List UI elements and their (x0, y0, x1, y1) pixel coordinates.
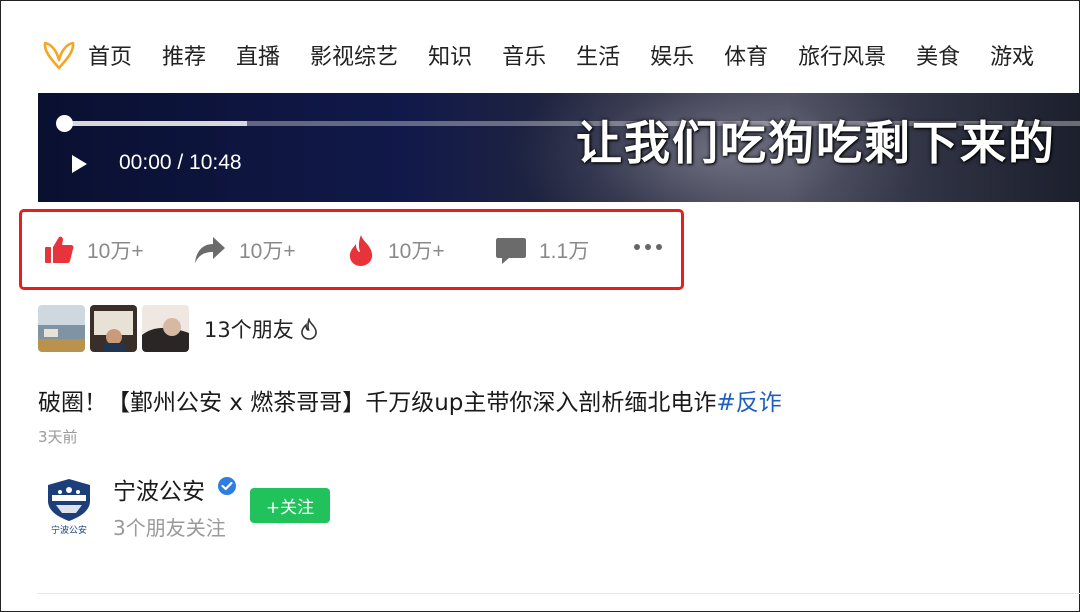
follow-button[interactable]: +关注 (250, 488, 330, 523)
share-button[interactable]: 10万+ (193, 230, 296, 270)
hot-count: 10万+ (388, 240, 445, 263)
butterfly-logo-icon[interactable] (42, 38, 76, 72)
more-dot (634, 244, 640, 250)
nav-item-recommend[interactable]: 推荐 (162, 39, 206, 71)
more-icon[interactable] (634, 244, 662, 250)
play-icon[interactable] (72, 155, 87, 173)
progress-buffer (64, 121, 247, 126)
nav-item-entertainment[interactable]: 娱乐 (650, 39, 694, 71)
nav-item-travel[interactable]: 旅行风景 (798, 39, 886, 71)
nav-item-home[interactable]: 首页 (88, 39, 132, 71)
author-avatar[interactable]: 宁波公安 (42, 475, 96, 539)
comment-icon (496, 238, 526, 264)
friend-avatar (90, 305, 137, 352)
post-title-text: 破圈！【鄞州公安 x 燃茶哥哥】千万级up主带你深入剖析缅北电诈 (38, 390, 717, 416)
progress-knob[interactable] (56, 115, 73, 132)
like-count: 10万+ (87, 240, 144, 263)
share-arrow-icon (195, 237, 225, 263)
nav-item-film-variety[interactable]: 影视综艺 (310, 39, 398, 71)
share-count: 10万+ (239, 240, 296, 263)
nav-item-music[interactable]: 音乐 (502, 39, 546, 71)
friends-count-text: 13个朋友 (204, 317, 294, 342)
nav-item-games[interactable]: 游戏 (990, 39, 1034, 71)
verified-badge-icon (218, 477, 236, 495)
video-subtitle: 让我们吃狗吃剩下来的 (576, 116, 1056, 170)
divider (38, 593, 1080, 594)
video-time: 00:00 / 10:48 (119, 151, 242, 174)
top-nav: 首页 推荐 直播 影视综艺 知识 音乐 生活 娱乐 体育 旅行风景 美食 游戏 (42, 30, 1070, 80)
friend-avatar (142, 305, 189, 352)
more-dot (656, 244, 662, 250)
hot-button[interactable]: 10万+ (346, 230, 445, 270)
author-avatar-caption: 宁波公安 (51, 524, 87, 536)
friend-avatar (38, 305, 85, 352)
nav-item-live[interactable]: 直播 (236, 39, 280, 71)
fire-icon (349, 235, 373, 266)
more-dot (645, 244, 651, 250)
thumbs-up-icon (45, 236, 74, 263)
author-name[interactable]: 宁波公安 (113, 472, 205, 506)
nav-item-food[interactable]: 美食 (916, 39, 960, 71)
comment-button[interactable]: 1.1万 (495, 230, 589, 270)
nav-item-knowledge[interactable]: 知识 (428, 39, 472, 71)
post-date: 3天前 (38, 428, 78, 446)
friends-row[interactable]: 13个朋友 (38, 305, 318, 352)
like-button[interactable]: 10万+ (43, 230, 144, 270)
nav-item-life[interactable]: 生活 (576, 39, 620, 71)
comment-count: 1.1万 (539, 240, 590, 263)
post-title[interactable]: 破圈！【鄞州公安 x 燃茶哥哥】千万级up主带你深入剖析缅北电诈#反诈 (38, 383, 782, 417)
nav-item-sports[interactable]: 体育 (724, 39, 768, 71)
video-player[interactable]: 00:00 / 10:48 让我们吃狗吃剩下来的 (38, 93, 1080, 202)
author-friends-following: 3个朋友关注 (113, 516, 226, 540)
fire-outline-icon (300, 317, 317, 340)
hashtag-link[interactable]: #反诈 (716, 390, 781, 416)
